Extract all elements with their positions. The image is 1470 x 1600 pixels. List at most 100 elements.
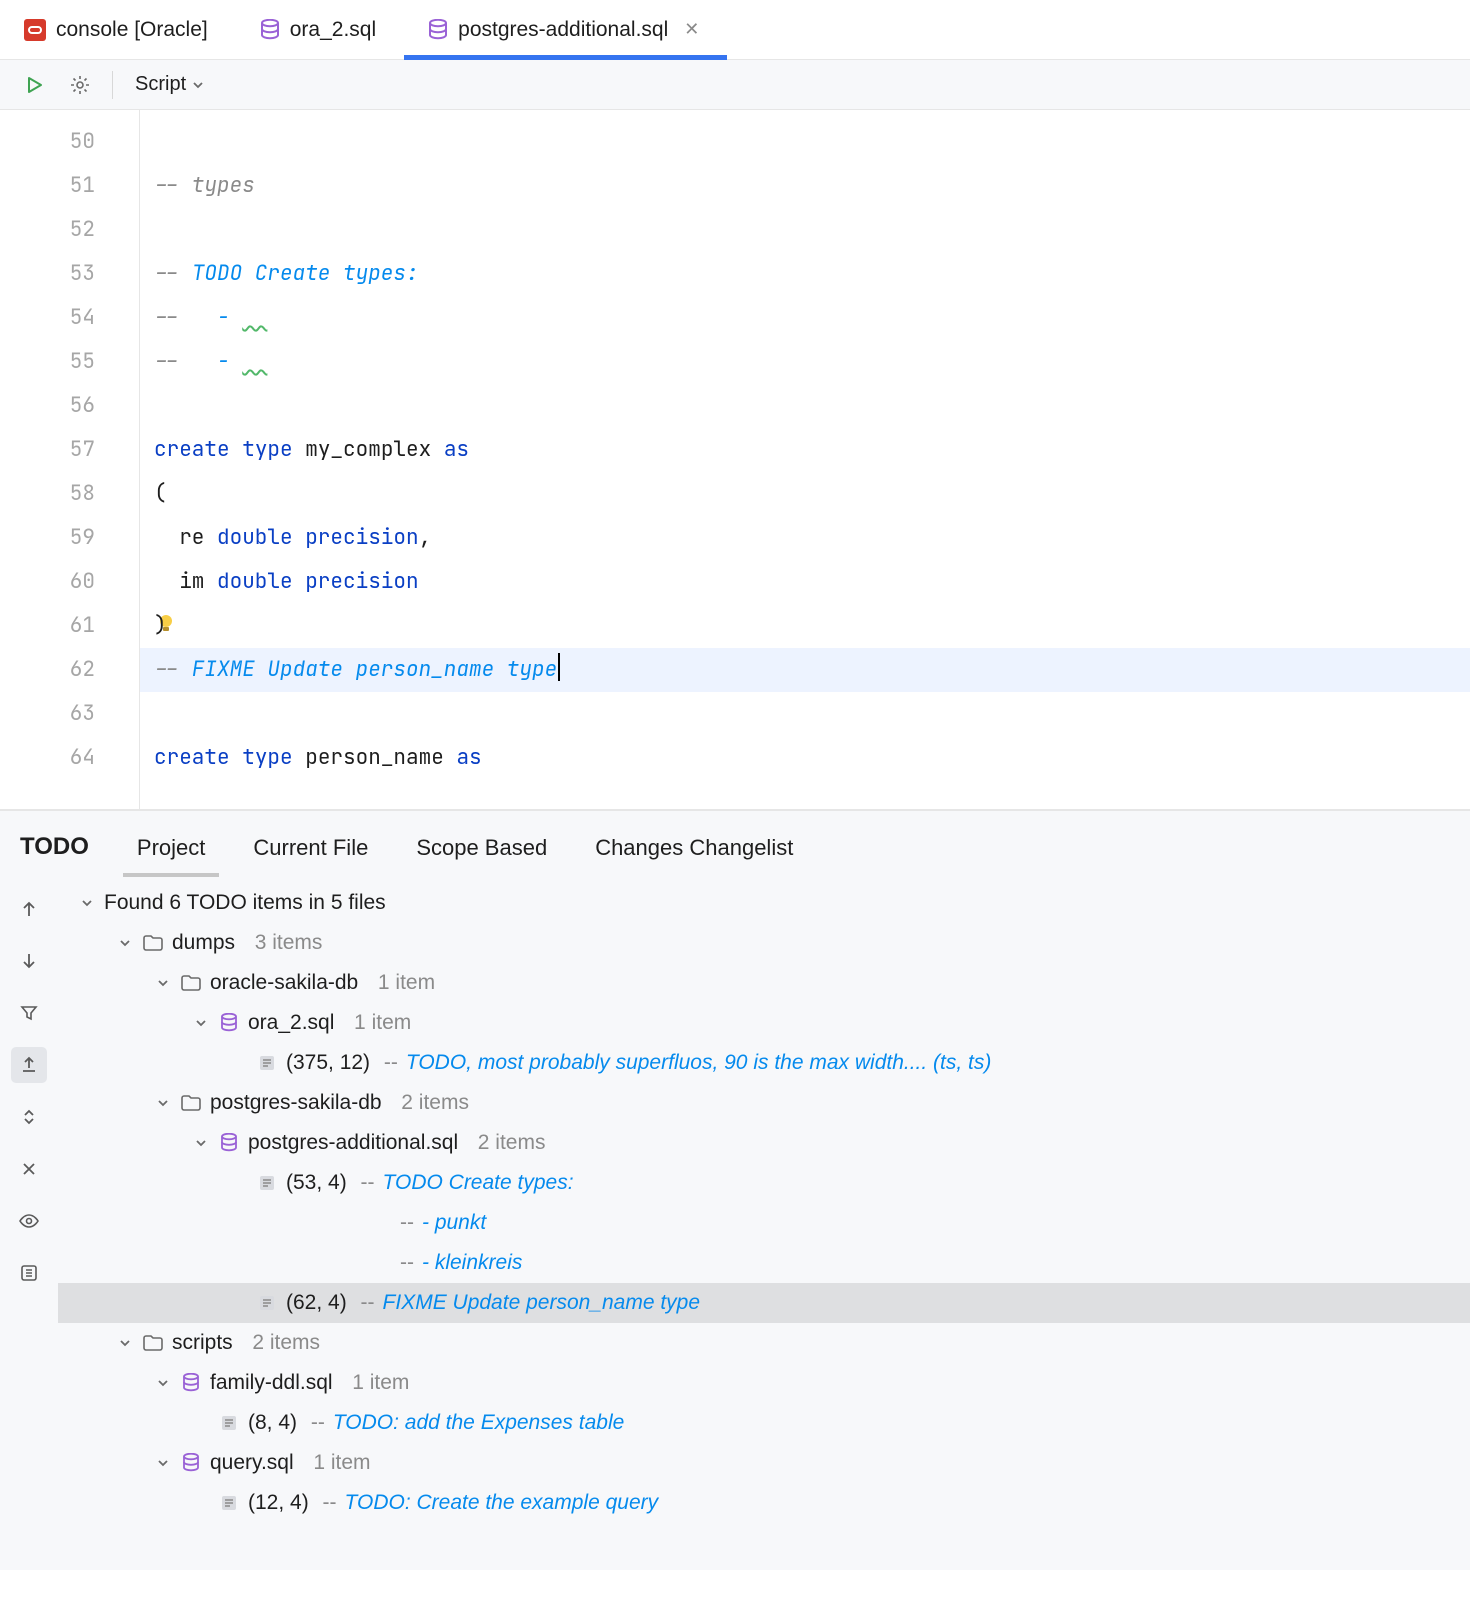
filter-button[interactable]	[11, 995, 47, 1031]
script-label: Script	[135, 73, 186, 96]
tab-label: postgres-additional.sql	[458, 18, 668, 42]
run-button[interactable]	[14, 67, 54, 103]
line-number: 60	[0, 560, 139, 604]
chevron-down-icon[interactable]	[192, 1014, 210, 1032]
todo-tab-project[interactable]: Project	[113, 835, 229, 877]
chevron-down-icon[interactable]	[154, 974, 172, 992]
todo-item[interactable]: (62, 4) -- FIXME Update person_name type	[58, 1283, 1470, 1323]
text-caret	[558, 653, 560, 681]
todo-item[interactable]: (12, 4) -- TODO: Create the example quer…	[58, 1483, 1470, 1523]
tree-sqlfile[interactable]: ora_2.sql 1 item	[58, 1003, 1470, 1043]
position: (62, 4)	[286, 1283, 347, 1323]
comment-prefix: --	[355, 1283, 375, 1323]
note-icon	[256, 1172, 278, 1194]
note-icon	[256, 1052, 278, 1074]
todo-tree[interactable]: Found 6 TODO items in 5 filesdumps 3 ite…	[58, 877, 1470, 1570]
todo-item-continuation[interactable]: -- - punkt	[58, 1203, 1470, 1243]
file-name: ora_2.sql	[248, 1003, 334, 1043]
code-line[interactable]	[154, 384, 1470, 428]
position: (375, 12)	[286, 1043, 370, 1083]
code-editor[interactable]: 505152535455565758596061626364 -- types-…	[0, 110, 1470, 810]
chevron-down-icon[interactable]	[154, 1454, 172, 1472]
tree-folder[interactable]: oracle-sakila-db 1 item	[58, 963, 1470, 1003]
position: (12, 4)	[248, 1483, 309, 1523]
chevron-down-icon[interactable]	[154, 1374, 172, 1392]
code-line[interactable]	[154, 208, 1470, 252]
item-count: 3 items	[243, 923, 322, 963]
todo-item[interactable]: (8, 4) -- TODO: add the Expenses table	[58, 1403, 1470, 1443]
tree-folder[interactable]: scripts 2 items	[58, 1323, 1470, 1363]
line-number: 52	[0, 208, 139, 252]
folder-name: oracle-sakila-db	[210, 963, 358, 1003]
file-name: query.sql	[210, 1443, 294, 1483]
line-number: 64	[0, 736, 139, 780]
todo-text: TODO, most probably superfluos, 90 is th…	[406, 1043, 992, 1083]
todo-item-continuation[interactable]: -- - kleinkreis	[58, 1243, 1470, 1283]
database-icon	[180, 1452, 202, 1474]
tree-folder[interactable]: postgres-sakila-db 2 items	[58, 1083, 1470, 1123]
oracle-icon	[24, 19, 46, 41]
todo-tab-scope-based[interactable]: Scope Based	[392, 835, 571, 877]
line-number: 55	[0, 340, 139, 384]
line-number: 57	[0, 428, 139, 472]
item-count: 1 item	[366, 963, 435, 1003]
chevron-down-icon[interactable]	[192, 1134, 210, 1152]
todo-text: TODO: add the Expenses table	[333, 1403, 624, 1443]
code-line[interactable]: -- types	[154, 164, 1470, 208]
summary-label: Found 6 TODO items in 5 files	[104, 883, 386, 923]
tab-ora2[interactable]: ora_2.sql	[236, 0, 404, 59]
group-by-button[interactable]	[11, 1255, 47, 1291]
tree-folder[interactable]: dumps 3 items	[58, 923, 1470, 963]
chevron-down-icon[interactable]	[116, 1334, 134, 1352]
todo-text: TODO: Create the example query	[345, 1483, 659, 1523]
settings-button[interactable]	[60, 67, 100, 103]
code-line[interactable]: re double precision,	[154, 516, 1470, 560]
code-line[interactable]: )	[154, 604, 1470, 648]
code-line[interactable]	[154, 692, 1470, 736]
tree-sqlfile[interactable]: family-ddl.sql 1 item	[58, 1363, 1470, 1403]
tree-sqlfile[interactable]: postgres-additional.sql 2 items	[58, 1123, 1470, 1163]
code-line[interactable]: -- -	[154, 296, 1470, 340]
position: (53, 4)	[286, 1163, 347, 1203]
todo-text: FIXME Update person_name type	[383, 1283, 701, 1323]
preview-button[interactable]	[11, 1203, 47, 1239]
editor-tabs: console [Oracle] ora_2.sql postgres-addi…	[0, 0, 1470, 60]
item-count: 2 items	[241, 1323, 320, 1363]
chevron-down-icon[interactable]	[78, 894, 96, 912]
expand-all-button[interactable]	[11, 1099, 47, 1135]
code-line[interactable]: im double precision	[154, 560, 1470, 604]
chevron-down-icon	[192, 79, 204, 91]
database-icon	[260, 19, 280, 41]
folder-icon	[142, 932, 164, 954]
code-line[interactable]: create type my_complex as	[154, 428, 1470, 472]
tree-summary[interactable]: Found 6 TODO items in 5 files	[58, 883, 1470, 923]
code-line[interactable]: (	[154, 472, 1470, 516]
todo-item[interactable]: (375, 12) -- TODO, most probably superfl…	[58, 1043, 1470, 1083]
line-number: 59	[0, 516, 139, 560]
chevron-down-icon[interactable]	[154, 1094, 172, 1112]
folder-name: dumps	[172, 923, 235, 963]
line-number: 58	[0, 472, 139, 516]
line-number: 62	[0, 648, 139, 692]
code-line[interactable]	[154, 120, 1470, 164]
autoscroll-button[interactable]	[11, 1047, 47, 1083]
code-line[interactable]: -- TODO Create types:	[154, 252, 1470, 296]
tab-postgres-additional[interactable]: postgres-additional.sql ✕	[404, 0, 727, 59]
code-area[interactable]: -- types-- TODO Create types:-- - -- - c…	[140, 110, 1470, 809]
chevron-down-icon[interactable]	[116, 934, 134, 952]
tab-console-oracle[interactable]: console [Oracle]	[0, 0, 236, 59]
database-icon	[218, 1132, 240, 1154]
code-line[interactable]: -- -	[154, 340, 1470, 384]
todo-item[interactable]: (53, 4) -- TODO Create types:	[58, 1163, 1470, 1203]
database-icon	[218, 1012, 240, 1034]
code-line[interactable]: create type person_name as	[154, 736, 1470, 780]
line-number: 63	[0, 692, 139, 736]
tree-sqlfile[interactable]: query.sql 1 item	[58, 1443, 1470, 1483]
prev-todo-button[interactable]	[11, 891, 47, 927]
script-dropdown[interactable]: Script	[125, 73, 214, 96]
todo-tab-current-file[interactable]: Current File	[229, 835, 392, 877]
next-todo-button[interactable]	[11, 943, 47, 979]
todo-tab-changes[interactable]: Changes Changelist	[571, 835, 817, 877]
collapse-all-button[interactable]	[11, 1151, 47, 1187]
close-icon[interactable]: ✕	[678, 19, 699, 40]
